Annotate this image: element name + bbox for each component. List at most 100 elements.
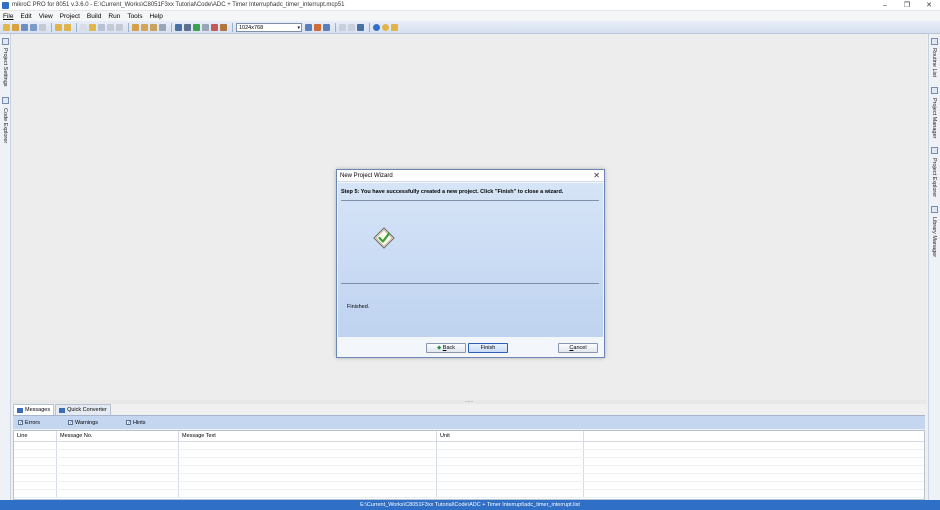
options-icon[interactable]: [202, 23, 209, 31]
dialog-body: Step 5: You have successfully created a …: [338, 183, 603, 337]
tab-quick-converter[interactable]: Quick Converter: [55, 404, 111, 415]
table-row: [14, 442, 924, 450]
new-project-wizard-dialog: New Project Wizard ✕ Step 5: You have su…: [336, 169, 605, 358]
window-title: mikroC PRO for 8051 v.3.6.0 - E:\Current…: [12, 2, 345, 8]
menu-help[interactable]: Help: [150, 13, 163, 20]
messages-filter-bar: ✓ Errors ✓ Warnings ✓ Hints: [13, 416, 925, 429]
dialog-footer: ◆ Back Finish Cancel: [338, 338, 603, 357]
code-explorer-icon: [2, 97, 9, 104]
options-window-icon[interactable]: [323, 23, 330, 31]
tab-messages[interactable]: Messages: [13, 404, 55, 415]
filter-hints[interactable]: ✓ Hints: [126, 420, 146, 426]
messages-tabs: Messages Quick Converter: [13, 404, 925, 416]
cancel-button[interactable]: Cancel: [558, 343, 598, 353]
messages-grid-header: Line Message No. Message Text Unit: [14, 431, 924, 442]
statistics-window-icon[interactable]: [357, 23, 364, 31]
debug-icon[interactable]: [211, 23, 218, 31]
help-icon[interactable]: [373, 23, 380, 31]
tab-library-manager[interactable]: Library Manager: [931, 217, 937, 257]
tab-messages-label: Messages: [25, 406, 51, 413]
tab-project-manager[interactable]: Project Manager: [931, 98, 937, 138]
web-icon[interactable]: [391, 23, 398, 31]
open-project-icon[interactable]: [89, 23, 96, 31]
tab-quick-converter-label: Quick Converter: [67, 406, 107, 413]
table-row: [14, 450, 924, 458]
programmer-icon[interactable]: [193, 23, 200, 31]
save-icon[interactable]: [21, 23, 28, 31]
filter-errors-label: Errors: [25, 419, 40, 426]
divider: [341, 200, 599, 201]
filter-warnings[interactable]: ✓ Warnings: [67, 419, 99, 426]
paste-icon[interactable]: [150, 23, 157, 31]
save-project-icon[interactable]: [98, 23, 105, 31]
open-icon[interactable]: [12, 23, 19, 31]
filter-errors[interactable]: ✓ Errors: [18, 420, 40, 426]
resolution-value: 1024x768: [239, 24, 264, 31]
menu-file[interactable]: File: [3, 13, 13, 20]
close-project-icon[interactable]: [107, 23, 114, 31]
toolbar-separator: [171, 22, 172, 32]
build-all-icon[interactable]: [184, 23, 191, 31]
cancel-label: ancel: [573, 345, 587, 351]
project-explorer-icon: [931, 147, 938, 154]
toolbar-separator: [51, 22, 52, 32]
back-label: ack: [446, 345, 455, 351]
window-controls: – ❐ ✕: [874, 0, 940, 11]
menu-run[interactable]: Run: [108, 13, 120, 20]
tab-project-settings[interactable]: Project Settings: [2, 48, 8, 87]
undo-icon[interactable]: [55, 23, 62, 31]
restore-button[interactable]: ❐: [896, 0, 918, 11]
tab-routine-list[interactable]: Routine List: [931, 48, 937, 77]
new-project-icon[interactable]: [80, 23, 87, 31]
project-settings-icon: [2, 38, 9, 45]
tab-project-explorer[interactable]: Project Explorer: [931, 158, 937, 197]
project-manager-icon: [931, 87, 938, 94]
copy-icon[interactable]: [141, 23, 148, 31]
close-icon[interactable]: [39, 23, 46, 31]
edit-project-icon[interactable]: [116, 23, 123, 31]
resolution-select[interactable]: 1024x768 ▾: [236, 22, 302, 32]
back-button[interactable]: ◆ Back: [426, 343, 466, 353]
dialog-close-button[interactable]: ✕: [593, 170, 600, 182]
column-line[interactable]: Line: [14, 431, 57, 441]
quick-converter-icon: [59, 407, 66, 413]
find-icon[interactable]: [159, 23, 166, 31]
messages-grid[interactable]: Line Message No. Message Text Unit: [13, 430, 925, 500]
toolbar: 1024x768 ▾: [0, 21, 940, 34]
menu-project[interactable]: Project: [60, 13, 80, 20]
toolbar-separator: [335, 22, 336, 32]
column-message-text[interactable]: Message Text: [179, 431, 437, 441]
new-icon[interactable]: [3, 23, 10, 31]
menu-build[interactable]: Build: [87, 13, 101, 20]
listing-icon[interactable]: [314, 23, 321, 31]
ascii-chart-icon[interactable]: [339, 23, 346, 31]
divider: [341, 283, 599, 284]
filter-warnings-label: Warnings: [74, 419, 99, 426]
column-message-no[interactable]: Message No.: [57, 431, 179, 441]
build-icon[interactable]: [175, 23, 182, 31]
redo-icon[interactable]: [64, 23, 71, 31]
errors-checkbox[interactable]: ✓: [18, 420, 23, 426]
hints-checkbox[interactable]: ✓: [126, 420, 131, 426]
minimize-button[interactable]: –: [874, 0, 896, 11]
table-row: [14, 458, 924, 466]
menu-tools[interactable]: Tools: [127, 13, 142, 20]
statistics-icon[interactable]: [220, 23, 227, 31]
about-icon[interactable]: [382, 23, 389, 31]
warnings-checkbox[interactable]: ✓: [67, 420, 73, 426]
column-unit[interactable]: Unit: [437, 431, 584, 441]
back-arrow-icon: ◆: [437, 345, 442, 351]
right-dock: Routine List Project Manager Project Exp…: [928, 34, 940, 500]
save-all-icon[interactable]: [30, 23, 37, 31]
finish-button[interactable]: Finish: [468, 343, 508, 353]
left-dock: Project Settings Code Explorer: [0, 34, 11, 500]
close-button[interactable]: ✕: [918, 0, 940, 11]
menu-edit[interactable]: Edit: [20, 13, 31, 20]
cut-icon[interactable]: [132, 23, 139, 31]
usart-terminal-icon[interactable]: [348, 23, 355, 31]
menu-view[interactable]: View: [39, 13, 53, 20]
checkmark-icon: [373, 227, 395, 249]
messages-icon: [17, 407, 23, 413]
assembly-icon[interactable]: [305, 23, 312, 31]
tab-code-explorer[interactable]: Code Explorer: [2, 108, 8, 143]
